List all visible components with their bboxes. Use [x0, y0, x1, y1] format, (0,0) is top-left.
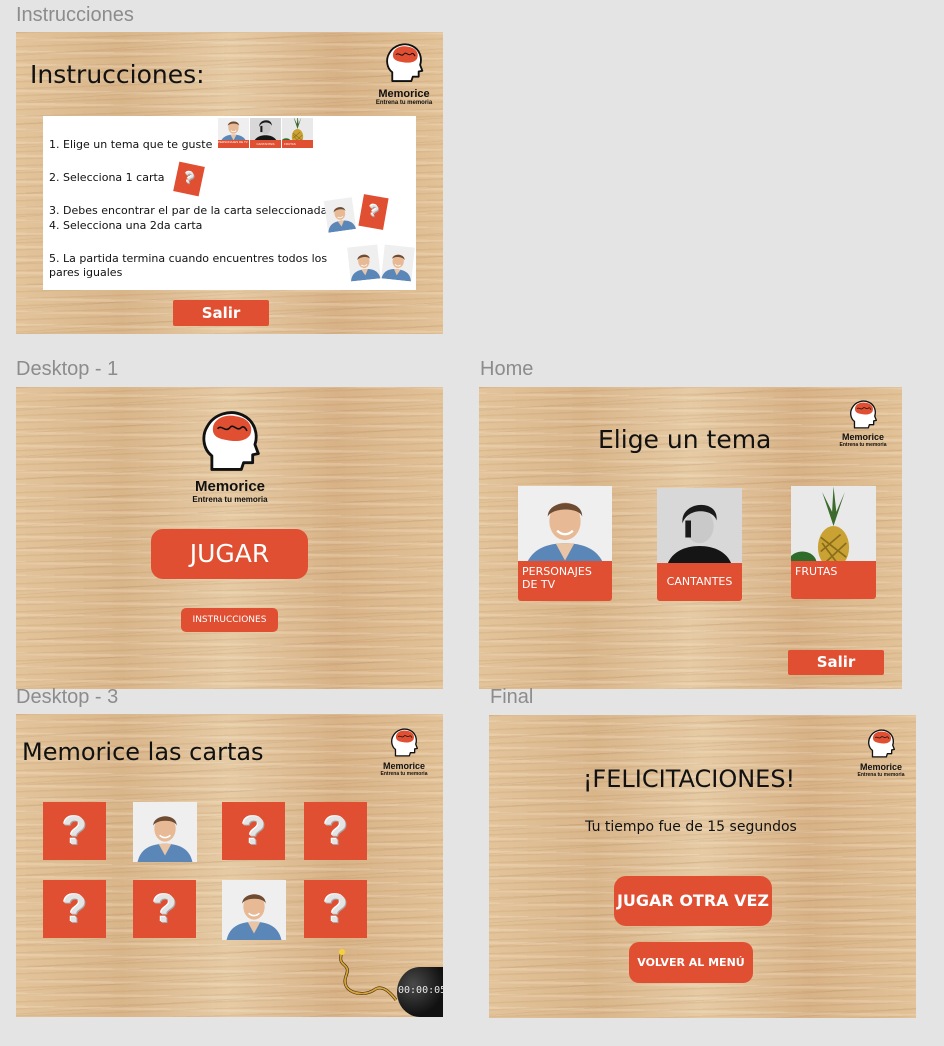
man-portrait-icon [133, 802, 197, 862]
game-title: Memorice las cartas [22, 738, 264, 766]
pair-card-sample [347, 244, 381, 282]
brain-head-icon [865, 723, 897, 763]
frame-label-home: Home [480, 358, 534, 380]
theme-card-cantantes[interactable]: CANTANTES [657, 488, 742, 601]
memory-card[interactable]: ? [304, 880, 367, 938]
mini-theme-card: CANTANTES [250, 118, 281, 148]
memorice-logo: Memorice Entrena tu memoria [368, 36, 440, 107]
brain-head-icon [388, 722, 420, 762]
exit-button[interactable]: Salir [173, 300, 269, 326]
congrats-title: ¡FELICITACIONES! [582, 765, 796, 793]
theme-card-frutas[interactable]: FRUTAS [791, 486, 876, 599]
man-portrait-icon [347, 245, 380, 282]
theme-label: PERSONAJES DE TV [518, 561, 612, 601]
frame-final: Memorice Entrena tu memoria ¡FELICITACIO… [489, 715, 916, 1018]
theme-card-personajes-tv[interactable]: PERSONAJES DE TV [518, 486, 612, 601]
instrucciones-title: Instrucciones: [30, 60, 205, 89]
pineapple-icon [791, 486, 876, 566]
memorice-logo: Memorice Entrena tu memoria [376, 722, 432, 777]
memorice-logo: Memorice Entrena tu memoria [170, 401, 290, 504]
man-portrait-icon [222, 880, 286, 940]
step-3: 3. Debes encontrar el par de la carta se… [49, 204, 328, 217]
memory-card[interactable]: ? [43, 880, 106, 938]
instructions-button[interactable]: INSTRUCCIONES [181, 608, 278, 632]
mini-theme-strip: PERSONAJES DE TV CANTANTES FRUTAS [218, 118, 312, 148]
step-2: 2. Selecciona 1 carta [49, 171, 165, 184]
frame-label-desktop-3: Desktop - 3 [16, 686, 119, 708]
frame-label-desktop-1: Desktop - 1 [16, 358, 119, 380]
timer-text: 00:00:05 [398, 985, 443, 996]
play-button[interactable]: JUGAR [151, 529, 308, 579]
pineapple-icon [282, 118, 313, 140]
exit-button[interactable]: Salir [788, 650, 884, 675]
theme-label: CANTANTES [657, 563, 742, 601]
frame-home: Elige un tema Memorice Entrena tu memori… [479, 387, 902, 689]
back-to-menu-button[interactable]: VOLVER AL MENÚ [629, 942, 753, 983]
play-again-button[interactable]: JUGAR OTRA VEZ [614, 876, 772, 926]
mini-theme-card: FRUTAS [282, 118, 313, 148]
man-portrait-icon [518, 486, 612, 566]
revealed-card-sample [323, 197, 357, 233]
memory-card[interactable]: ? [304, 802, 367, 860]
step-1: 1. Elige un tema que te guste [49, 138, 213, 151]
step-5: 5. La partida termina cuando encuentres … [49, 252, 328, 279]
brain-head-icon [196, 401, 264, 479]
memory-card[interactable]: ? [43, 802, 106, 860]
hidden-card-sample: ? [358, 194, 389, 230]
instructions-panel: 1. Elige un tema que te guste PERSONAJES… [43, 116, 416, 290]
singer-portrait-icon [250, 118, 281, 140]
brain-head-icon [382, 36, 426, 88]
hidden-card-sample: ? [173, 161, 205, 197]
step-4: 4. Selecciona una 2da carta [49, 219, 203, 232]
singer-portrait-icon [657, 488, 742, 570]
mini-theme-card: PERSONAJES DE TV [218, 118, 249, 148]
frame-instrucciones: Instrucciones: Memorice Entrena tu memor… [16, 32, 443, 334]
frame-label-final: Final [490, 686, 534, 708]
memorice-logo: Memorice Entrena tu memoria [835, 395, 891, 448]
pair-card-sample [381, 244, 415, 282]
memory-card-revealed[interactable] [222, 880, 286, 940]
bomb-fuse-icon [339, 949, 398, 1001]
time-message: Tu tiempo fue de 15 segundos [585, 819, 797, 835]
man-portrait-icon [324, 197, 356, 233]
home-title: Elige un tema [598, 425, 772, 454]
frame-label-instrucciones: Instrucciones [16, 4, 134, 26]
memory-card[interactable]: ? [133, 880, 196, 938]
memory-card-revealed[interactable] [133, 802, 197, 862]
frame-desktop-1: Memorice Entrena tu memoria JUGAR INSTRU… [16, 387, 443, 689]
man-portrait-icon [381, 245, 414, 282]
brain-head-icon [847, 395, 879, 433]
memory-card[interactable]: ? [222, 802, 285, 860]
frame-desktop-3: Memorice las cartas Memorice Entrena tu … [16, 714, 443, 1017]
bomb-timer-icon: 00:00:05 [397, 967, 443, 1017]
man-portrait-icon [218, 118, 249, 140]
theme-label: FRUTAS [791, 561, 876, 599]
